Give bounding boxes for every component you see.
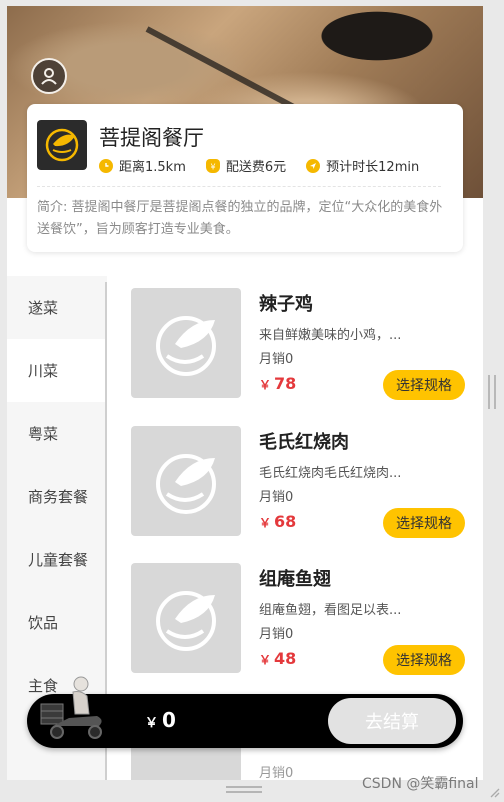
bowl-leaf-icon [131,563,241,673]
card-divider [37,186,441,187]
category-label: 粤菜 [28,425,59,443]
category-item[interactable]: 儿童套餐 [7,528,107,591]
select-spec-button[interactable]: 选择规格 [383,645,465,675]
dish-description: 来自鲜嫩美味的小鸡，... [259,328,402,343]
eta-label: 预计时长12min [326,160,420,175]
dish-sales: 月销0 [259,352,294,367]
watermark: CSDN @笑霸final [362,776,479,792]
app-frame: 菩提阁餐厅 距离1.5km ¥ 配送费6元 预计时长12min 简介: 菩提阁中… [0,0,504,802]
delivery-fee-label: 配送费6元 [225,160,287,175]
category-label: 儿童套餐 [28,551,89,569]
price-value: 78 [274,374,297,393]
dish-name: 毛氏红烧肉 [259,432,349,453]
dish-price: ￥ 48 [259,649,296,668]
category-label: 遂菜 [28,299,59,317]
shop-logo [37,120,87,170]
total-value: 0 [162,708,176,732]
currency-symbol: ￥ [259,516,272,530]
dish-item[interactable]: 组庵鱼翅 组庵鱼翅，看图足以表... 月销0 ￥ 48 选择规格 [131,563,481,675]
user-icon[interactable] [31,58,67,94]
dish-sales: 月销0 [259,627,294,642]
app-viewport: 菩提阁餐厅 距离1.5km ¥ 配送费6元 预计时长12min 简介: 菩提阁中… [7,6,483,780]
dish-item[interactable]: 毛氏红烧肉 毛氏红烧肉毛氏红烧肉... 月销0 ￥ 68 选择规格 [131,426,481,538]
category-item-active[interactable]: 川菜 [7,339,107,402]
drag-handle-icon[interactable] [226,786,262,794]
distance-info: 距离1.5km [99,156,186,175]
eta-info: 预计时长12min [306,156,419,175]
delivery-fee-info: ¥ 配送费6元 [205,156,287,175]
money-bag-icon: ¥ [205,158,220,173]
bowl-leaf-icon [131,288,241,398]
resize-corner-icon[interactable] [488,786,500,798]
shop-info-card: 菩提阁餐厅 距离1.5km ¥ 配送费6元 预计时长12min 简介: 菩提阁中… [27,104,463,252]
dish-sales: 月销0 [259,490,294,505]
shop-name: 菩提阁餐厅 [99,126,204,150]
window-scrollbar-grip[interactable] [488,375,496,409]
dish-price: ￥ 78 [259,374,296,393]
category-item[interactable]: 遂菜 [7,276,107,339]
category-label: 商务套餐 [28,488,89,506]
category-item[interactable]: 饮品 [7,591,107,654]
currency-symbol: ￥ [145,716,159,731]
price-value: 68 [274,512,297,531]
dish-sales: 月销0 [259,766,294,780]
navigation-arrow-icon [306,158,321,173]
category-label: 饮品 [28,614,59,632]
clock-icon [99,158,113,173]
shop-description: 简介: 菩提阁中餐厅是菩提阁点餐的独立的品牌，定位“大众化的美食外送餐饮”，旨为… [37,200,443,237]
shop-meta: 距离1.5km ¥ 配送费6元 预计时长12min [99,156,419,175]
checkout-button[interactable]: 去结算 [328,698,456,744]
dish-name: 组庵鱼翅 [259,569,331,590]
cart-bar[interactable]: ￥ 0 去结算 [27,676,463,748]
select-spec-button[interactable]: 选择规格 [383,370,465,400]
dish-description: 毛氏红烧肉毛氏红烧肉... [259,466,402,481]
category-label: 川菜 [28,362,59,380]
currency-symbol: ￥ [259,653,272,667]
svg-text:¥: ¥ [210,162,215,171]
price-value: 48 [274,649,297,668]
dish-name: 辣子鸡 [259,294,313,315]
currency-symbol: ￥ [259,378,272,392]
dish-description: 组庵鱼翅，看图足以表... [259,603,402,618]
dish-item[interactable]: 辣子鸡 来自鲜嫩美味的小鸡，... 月销0 ￥ 78 选择规格 [131,288,481,400]
bowl-leaf-icon [131,426,241,536]
dish-price: ￥ 68 [259,512,296,531]
cart-total: ￥ 0 [145,708,176,732]
category-item[interactable]: 商务套餐 [7,465,107,528]
category-item[interactable]: 粤菜 [7,402,107,465]
delivery-rider-icon[interactable] [33,674,113,748]
select-spec-button[interactable]: 选择规格 [383,508,465,538]
distance-label: 距离1.5km [119,160,186,175]
